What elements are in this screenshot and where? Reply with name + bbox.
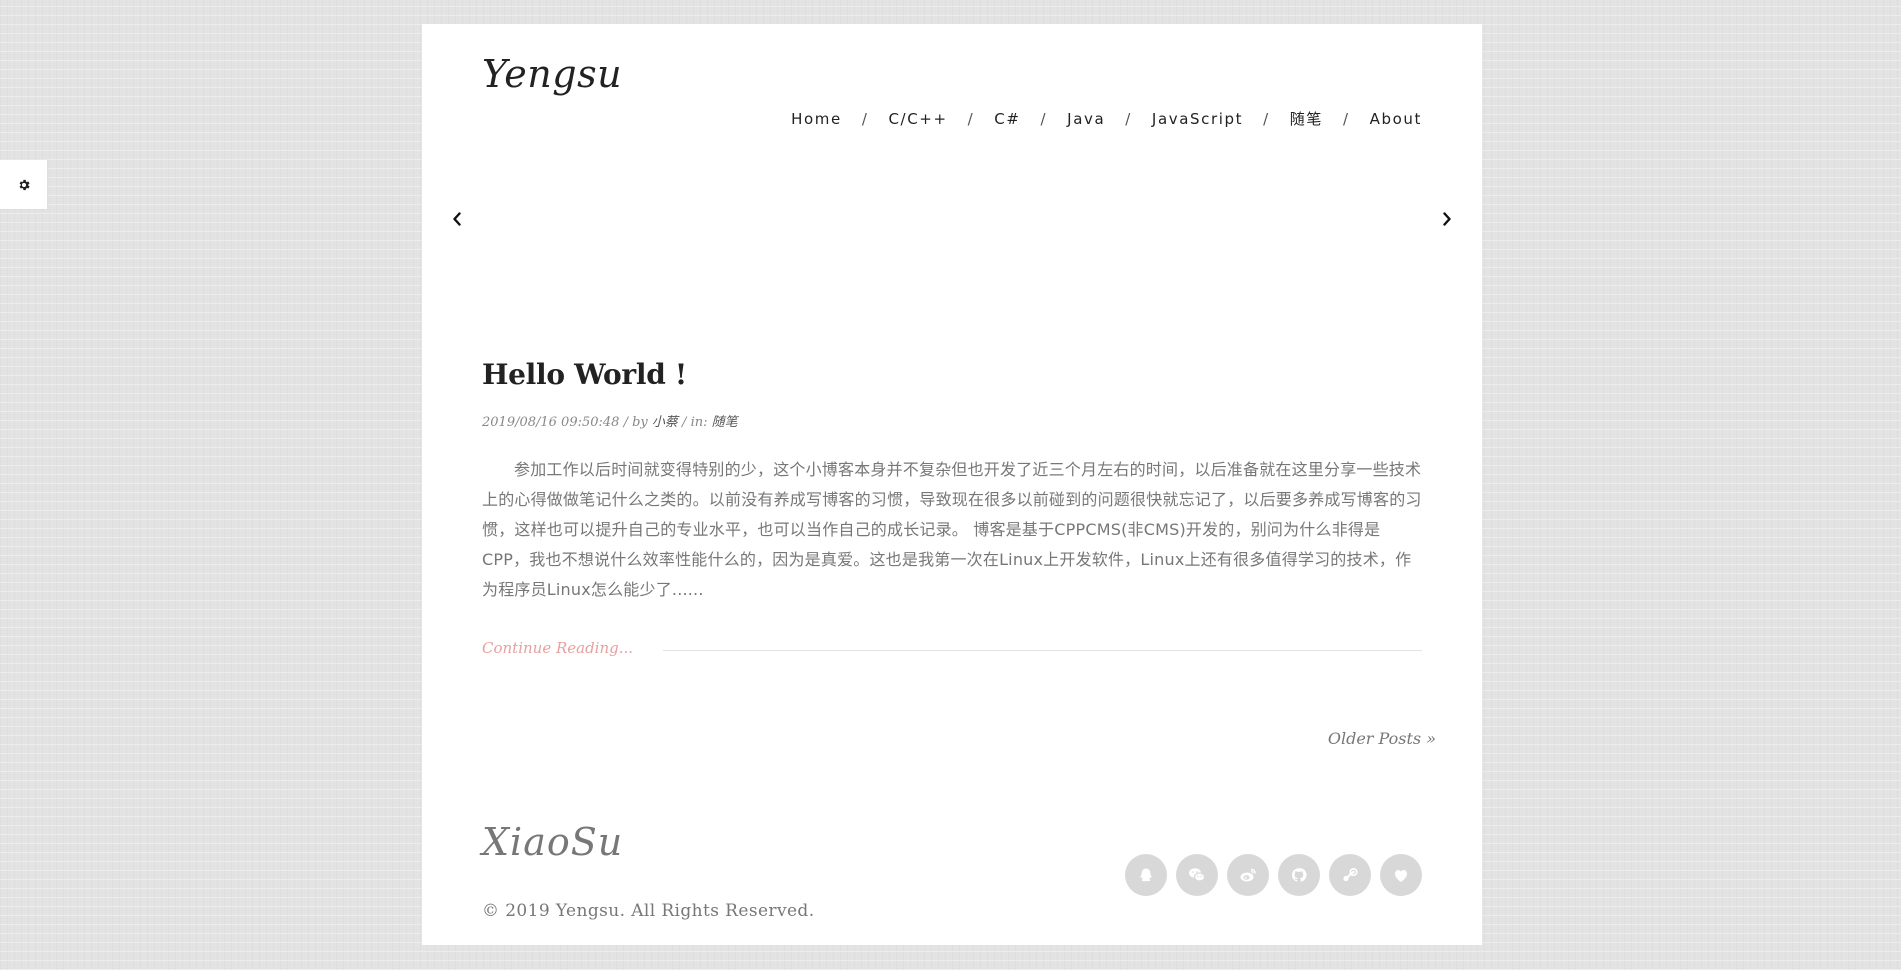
social-weibo-button[interactable] <box>1227 854 1269 896</box>
page-container: Yengsu Home / C/C++ / C# / Java / JavaSc… <box>422 24 1482 945</box>
nav-separator: / <box>1263 109 1270 128</box>
continue-row: Continue Reading... <box>482 639 1422 657</box>
footer-logo: XiaoSu <box>482 820 624 864</box>
site-logo[interactable]: Yengsu <box>482 52 622 96</box>
post-in-label: / in: <box>677 415 712 430</box>
settings-toggle[interactable] <box>0 160 47 209</box>
social-heart-button[interactable] <box>1380 854 1422 896</box>
nav-separator: / <box>967 109 975 128</box>
nav-item-essays[interactable]: 随笔 <box>1290 108 1323 129</box>
social-links <box>1116 854 1422 896</box>
social-steam-button[interactable] <box>1329 854 1371 896</box>
nav-item-home[interactable]: Home <box>791 110 842 128</box>
social-github-button[interactable] <box>1278 854 1320 896</box>
chevron-right-icon <box>1442 211 1452 230</box>
older-posts-link[interactable]: Older Posts » <box>1328 729 1436 748</box>
nav-item-about[interactable]: About <box>1370 110 1422 128</box>
post-by-label: / by <box>619 415 652 430</box>
slider-prev-button[interactable] <box>449 211 465 230</box>
nav-separator: / <box>1342 109 1350 128</box>
nav-item-csharp[interactable]: C# <box>994 110 1020 128</box>
weibo-icon <box>1239 867 1257 883</box>
chevron-left-icon <box>452 211 462 230</box>
heart-icon <box>1393 868 1409 883</box>
nav-separator: / <box>1125 109 1132 128</box>
main-nav: Home / C/C++ / C# / Java / JavaScript / … <box>791 108 1422 129</box>
nav-item-javascript[interactable]: JavaScript <box>1152 110 1243 128</box>
post-author-link[interactable]: 小蔡 <box>652 415 678 430</box>
github-icon <box>1291 867 1307 883</box>
post-date: 2019/08/16 09:50:48 <box>482 415 620 430</box>
nav-item-cpp[interactable]: C/C++ <box>888 110 947 128</box>
divider <box>663 649 1422 651</box>
post-category-link[interactable]: 随笔 <box>712 415 738 430</box>
wechat-icon <box>1188 867 1206 883</box>
steam-icon <box>1341 867 1359 883</box>
nav-item-java[interactable]: Java <box>1067 110 1105 128</box>
copyright-text: © 2019 Yengsu. All Rights Reserved. <box>482 901 815 921</box>
nav-separator: / <box>1040 109 1048 128</box>
nav-separator: / <box>861 109 869 128</box>
post-title[interactable]: Hello World ! <box>482 358 687 391</box>
post-meta: 2019/08/16 09:50:48 / by 小蔡 / in: 随笔 <box>482 411 738 430</box>
gear-icon <box>17 178 31 192</box>
slider-next-button[interactable] <box>1439 211 1455 230</box>
social-qq-button[interactable] <box>1125 854 1167 896</box>
post-excerpt: 参加工作以后时间就变得特别的少，这个小博客本身并不复杂但也开发了近三个月左右的时… <box>482 460 1422 599</box>
qq-icon <box>1138 867 1154 883</box>
continue-reading-link[interactable]: Continue Reading... <box>482 639 633 657</box>
social-wechat-button[interactable] <box>1176 854 1218 896</box>
